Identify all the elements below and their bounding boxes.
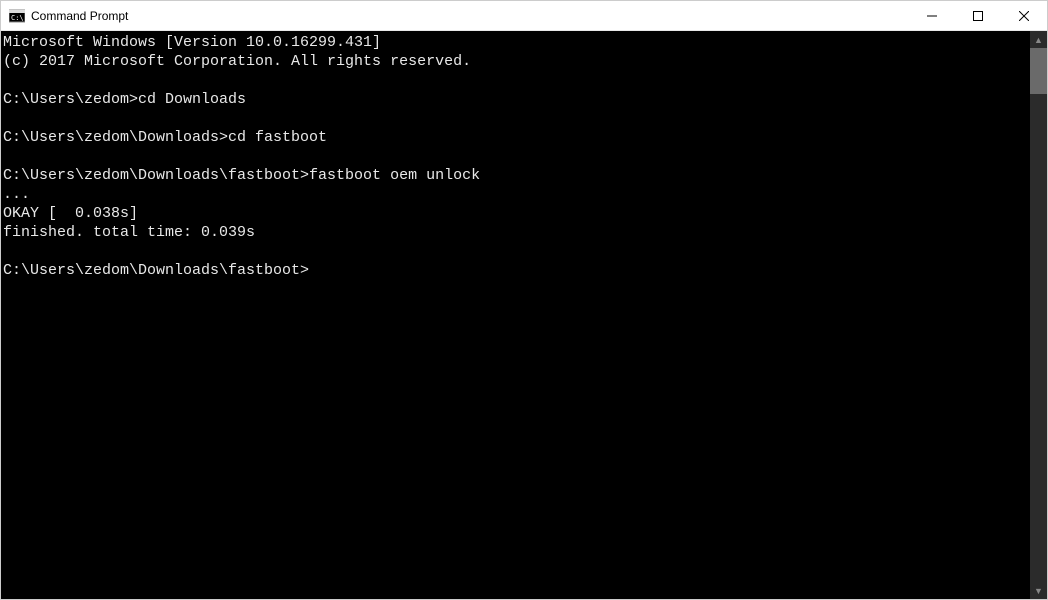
maximize-button[interactable] [955, 1, 1001, 30]
terminal-line: C:\Users\zedom\Downloads\fastboot> [3, 261, 1030, 280]
terminal-line: C:\Users\zedom\Downloads\fastboot>fastbo… [3, 166, 1030, 185]
scrollbar-thumb[interactable] [1030, 48, 1047, 94]
terminal-line: (c) 2017 Microsoft Corporation. All righ… [3, 52, 1030, 71]
command-prompt-window: C:\ Command Prompt Microsoft Windows [Ve… [0, 0, 1048, 600]
terminal-line: Microsoft Windows [Version 10.0.16299.43… [3, 33, 1030, 52]
terminal-line: ... [3, 185, 1030, 204]
scroll-up-arrow[interactable]: ▲ [1030, 31, 1047, 48]
scroll-down-arrow[interactable]: ▼ [1030, 582, 1047, 599]
titlebar[interactable]: C:\ Command Prompt [1, 1, 1047, 31]
terminal-line [3, 109, 1030, 128]
terminal-line [3, 71, 1030, 90]
terminal-output[interactable]: Microsoft Windows [Version 10.0.16299.43… [1, 31, 1030, 599]
svg-text:C:\: C:\ [11, 14, 24, 22]
close-button[interactable] [1001, 1, 1047, 30]
minimize-button[interactable] [909, 1, 955, 30]
terminal-line: finished. total time: 0.039s [3, 223, 1030, 242]
window-controls [909, 1, 1047, 30]
command-prompt-icon: C:\ [9, 8, 25, 24]
terminal-line: C:\Users\zedom\Downloads>cd fastboot [3, 128, 1030, 147]
vertical-scrollbar[interactable]: ▲ ▼ [1030, 31, 1047, 599]
terminal-line: OKAY [ 0.038s] [3, 204, 1030, 223]
window-title: Command Prompt [31, 9, 909, 23]
terminal-container: Microsoft Windows [Version 10.0.16299.43… [1, 31, 1047, 599]
terminal-line [3, 147, 1030, 166]
terminal-line: C:\Users\zedom>cd Downloads [3, 90, 1030, 109]
terminal-line [3, 242, 1030, 261]
